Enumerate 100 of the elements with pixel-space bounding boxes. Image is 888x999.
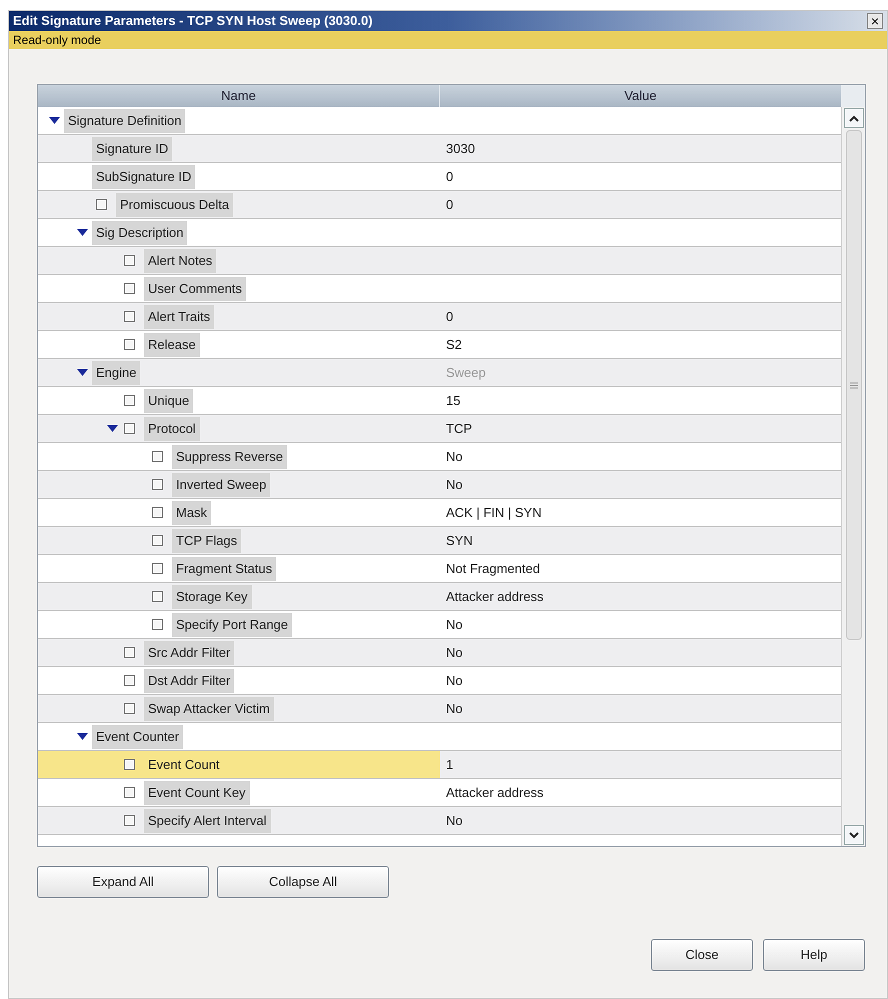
property-name: Unique — [144, 388, 194, 412]
property-value: 1 — [446, 756, 454, 774]
checkbox[interactable] — [152, 507, 163, 518]
name-cell[interactable]: Protocol — [38, 415, 440, 442]
property-value: 0 — [446, 168, 454, 186]
property-value: 15 — [446, 392, 460, 410]
property-value: Attacker address — [446, 588, 544, 606]
property-value: No — [446, 812, 463, 830]
caret-down-icon[interactable] — [76, 229, 88, 236]
name-cell[interactable]: Specify Alert Interval — [38, 807, 440, 834]
grip-icon — [850, 382, 858, 388]
property-name: Signature ID — [92, 136, 172, 160]
column-header[interactable]: Name — [38, 85, 440, 107]
caret-down-icon[interactable] — [106, 425, 118, 432]
name-cell[interactable]: Engine — [38, 359, 440, 386]
caret-down-icon[interactable] — [76, 733, 88, 740]
property-name: Release — [144, 332, 200, 356]
property-name: SubSignature ID — [92, 164, 196, 188]
dialog-button[interactable]: Close — [651, 939, 753, 971]
property-name: TCP Flags — [172, 528, 242, 552]
selected-row-highlight[interactable]: Event Count — [38, 751, 440, 778]
checkbox[interactable] — [124, 759, 135, 770]
property-value: No — [446, 616, 463, 634]
name-cell[interactable]: Sig Description — [38, 219, 440, 246]
dialog-button[interactable]: Expand All — [37, 866, 209, 898]
vertical-scrollbar[interactable] — [841, 107, 865, 846]
name-cell[interactable]: Swap Attacker Victim — [38, 695, 440, 722]
checkbox[interactable] — [124, 395, 135, 406]
property-name: Alert Notes — [144, 248, 216, 272]
name-cell[interactable]: Event Counter — [38, 723, 440, 750]
property-name: User Comments — [144, 276, 246, 300]
checkbox[interactable] — [124, 311, 135, 322]
column-header[interactable]: Value — [440, 85, 841, 107]
name-cell[interactable]: TCP Flags — [38, 527, 440, 554]
property-value: 0 — [446, 196, 454, 214]
property-name: Specify Port Range — [172, 612, 292, 636]
checkbox[interactable] — [124, 423, 135, 434]
property-value: No — [446, 700, 463, 718]
property-name: Engine — [92, 360, 140, 384]
name-cell[interactable]: Promiscuous Delta — [38, 191, 440, 218]
checkbox[interactable] — [152, 479, 163, 490]
property-value: SYN — [446, 532, 473, 550]
name-cell[interactable]: Mask — [38, 499, 440, 526]
dialog-button[interactable]: Collapse All — [217, 866, 389, 898]
property-name: Fragment Status — [172, 556, 276, 580]
name-cell[interactable]: Alert Traits — [38, 303, 440, 330]
checkbox[interactable] — [152, 535, 163, 546]
name-cell[interactable]: Specify Port Range — [38, 611, 440, 638]
name-cell[interactable]: Suppress Reverse — [38, 443, 440, 470]
property-value: S2 — [446, 336, 462, 354]
property-name: Event Count — [147, 756, 221, 774]
checkbox[interactable] — [152, 451, 163, 462]
name-cell[interactable]: Unique — [38, 387, 440, 414]
name-cell[interactable]: Event Count Key — [38, 779, 440, 806]
name-cell[interactable]: Dst Addr Filter — [38, 667, 440, 694]
property-value: 0 — [446, 308, 454, 326]
name-cell[interactable]: User Comments — [38, 275, 440, 302]
mode-label: Read-only mode — [12, 32, 102, 49]
chevron-up-icon — [848, 114, 858, 122]
property-name: Dst Addr Filter — [144, 668, 234, 692]
property-name: Mask — [172, 500, 212, 524]
checkbox[interactable] — [124, 255, 135, 266]
name-cell[interactable]: Signature Definition — [38, 107, 440, 134]
scroll-down-button[interactable] — [844, 825, 864, 845]
checkbox[interactable] — [124, 703, 135, 714]
name-cell[interactable]: Storage Key — [38, 583, 440, 610]
property-value: No — [446, 672, 463, 690]
property-value: 3030 — [446, 140, 475, 158]
name-cell[interactable]: Signature ID — [38, 135, 440, 162]
checkbox[interactable] — [124, 815, 135, 826]
property-value: No — [446, 476, 463, 494]
property-name: Alert Traits — [144, 304, 214, 328]
caret-down-icon[interactable] — [76, 369, 88, 376]
close-button[interactable]: × — [867, 13, 883, 29]
checkbox[interactable] — [152, 619, 163, 630]
checkbox[interactable] — [124, 283, 135, 294]
name-cell[interactable]: Inverted Sweep — [38, 471, 440, 498]
name-cell[interactable]: Release — [38, 331, 440, 358]
caret-down-icon[interactable] — [48, 117, 60, 124]
property-name: Protocol — [144, 416, 200, 440]
name-cell[interactable]: SubSignature ID — [38, 163, 440, 190]
checkbox[interactable] — [124, 339, 135, 350]
property-value: Not Fragmented — [446, 560, 540, 578]
header-corner — [841, 85, 865, 107]
dialog-button[interactable]: Help — [763, 939, 865, 971]
checkbox[interactable] — [124, 675, 135, 686]
scroll-thumb[interactable] — [846, 130, 862, 640]
property-name: Signature Definition — [64, 108, 186, 132]
property-name: Event Counter — [92, 724, 184, 748]
scroll-up-button[interactable] — [844, 108, 864, 128]
name-cell[interactable]: Src Addr Filter — [38, 639, 440, 666]
checkbox[interactable] — [152, 563, 163, 574]
checkbox[interactable] — [124, 787, 135, 798]
chevron-down-icon — [848, 832, 858, 838]
name-cell[interactable]: Fragment Status — [38, 555, 440, 582]
checkbox[interactable] — [96, 199, 107, 210]
property-name: Storage Key — [172, 584, 252, 608]
property-value: ACK | FIN | SYN — [446, 504, 542, 522]
checkbox[interactable] — [152, 591, 163, 602]
checkbox[interactable] — [124, 647, 135, 658]
